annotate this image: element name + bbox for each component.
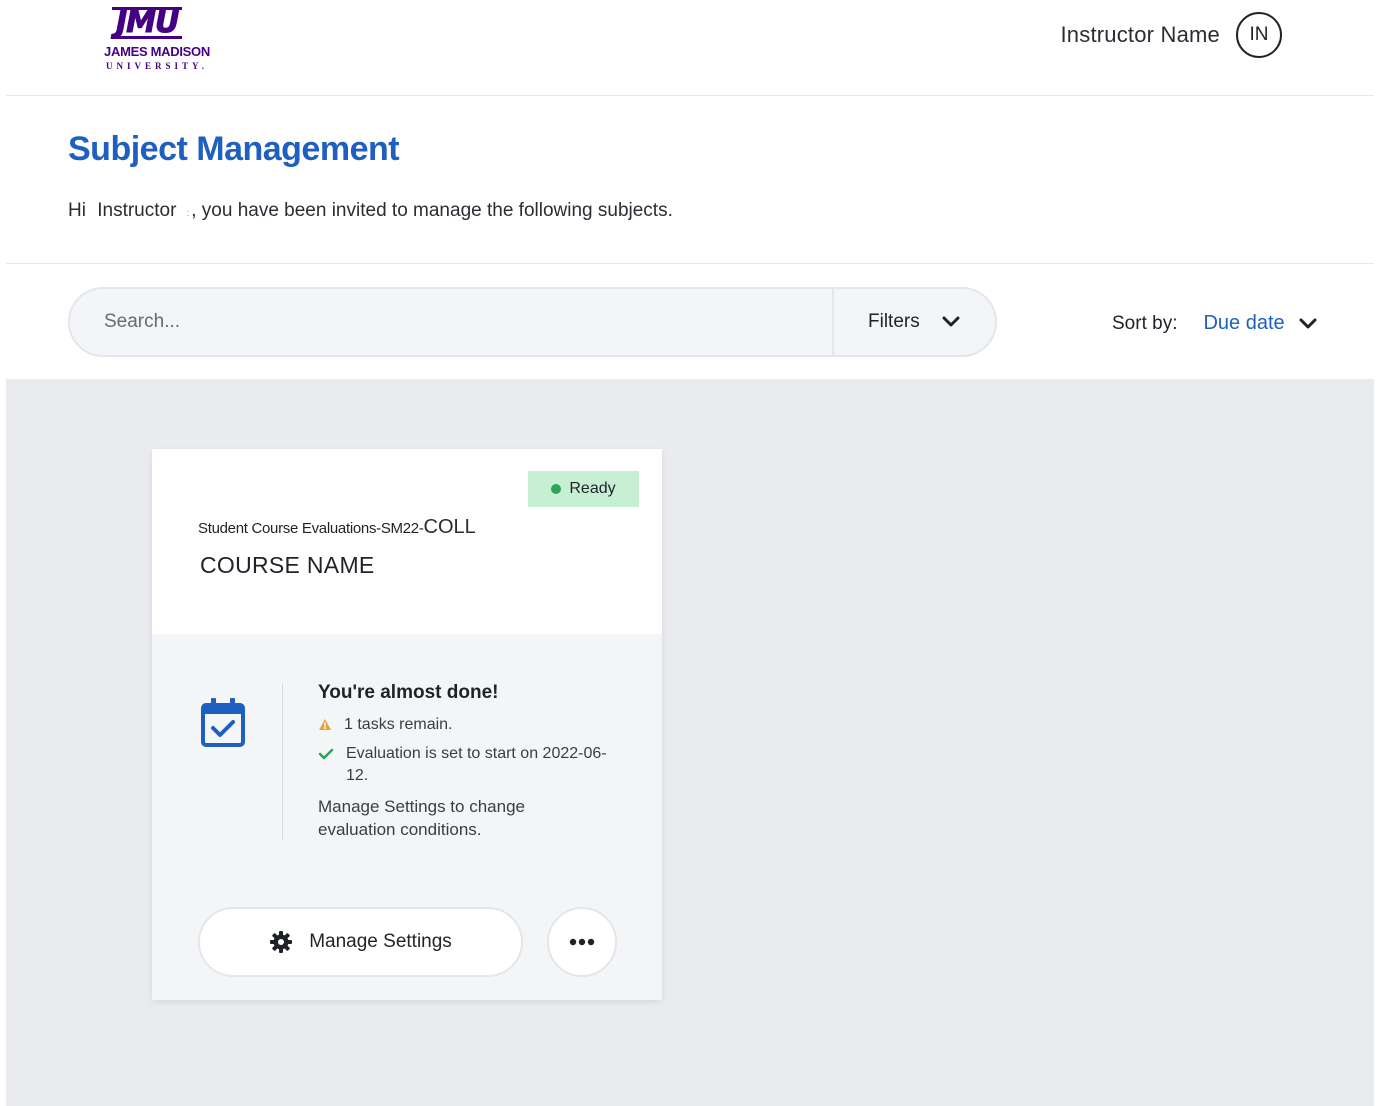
logo-line2: UNIVERSITY.	[106, 61, 208, 71]
card-subtitle-prefix: Student Course Evaluations-SM22-	[198, 520, 424, 537]
warning-text: 1 tasks remain.	[344, 716, 453, 733]
greeting-suffix: , you have been invited to manage the fo…	[191, 200, 673, 221]
greeting: Hi Instructor:, you have been invited to…	[68, 200, 673, 222]
top-header: JMU JAMES MADISON UNIVERSITY. Instructor…	[6, 0, 1374, 96]
check-row: Evaluation is set to start on 2022-06-12…	[318, 743, 618, 787]
card-header: Ready Student Course Evaluations-SM22-CO…	[152, 449, 662, 634]
check-text: Evaluation is set to start on 2022-06-12…	[346, 745, 607, 784]
user-menu[interactable]: Instructor Name IN	[1060, 12, 1282, 58]
more-options-button[interactable]	[547, 907, 617, 977]
gear-icon	[270, 931, 293, 953]
manage-settings-label: Manage Settings	[309, 931, 452, 952]
subject-card: Ready Student Course Evaluations-SM22-CO…	[152, 449, 662, 1000]
logo-line1: JAMES MADISON	[104, 44, 210, 59]
card-divider	[282, 683, 283, 841]
settings-note: Manage Settings to change evaluation con…	[318, 797, 525, 839]
sort-label: Sort by:	[1112, 312, 1178, 334]
chevron-down-icon	[942, 316, 960, 327]
more-icon	[569, 938, 595, 946]
filters-button[interactable]: Filters	[832, 289, 995, 355]
manage-settings-button[interactable]: Manage Settings	[198, 907, 523, 977]
course-name: COURSE NAME	[200, 552, 375, 578]
chevron-down-icon[interactable]	[1299, 318, 1317, 330]
status-dot	[551, 484, 562, 494]
calendar-check-icon	[201, 698, 245, 747]
greeting-name: Instructor	[97, 200, 177, 221]
check-icon	[318, 748, 334, 760]
greeting-sep: :	[186, 208, 190, 219]
warning-icon	[319, 719, 331, 730]
progress-title: You're almost done!	[318, 682, 499, 703]
filters-label: Filters	[868, 311, 920, 332]
avatar[interactable]: IN	[1236, 12, 1282, 58]
jmu-logo[interactable]: JMU JAMES MADISON UNIVERSITY.	[94, 6, 220, 72]
sort-control: Sort by: Due date	[1112, 312, 1317, 335]
page-title: Subject Management	[68, 130, 400, 168]
search-bar: Filters	[68, 287, 997, 357]
search-input[interactable]	[70, 289, 832, 355]
status-badge: Ready	[528, 471, 639, 507]
warning-row: 1 tasks remain.	[318, 714, 452, 736]
status-badge-label: Ready	[569, 480, 616, 497]
page: JMU JAMES MADISON UNIVERSITY. Instructor…	[6, 0, 1374, 1106]
sort-dropdown[interactable]: Due date	[1203, 312, 1284, 335]
logo-mark: JMU	[112, 6, 183, 40]
divider	[6, 263, 1374, 264]
card-subtitle-code: COLL	[423, 516, 476, 538]
card-subtitle: Student Course Evaluations-SM22-COLL	[198, 516, 476, 539]
user-name: Instructor Name	[1060, 22, 1220, 47]
subjects-area: Ready Student Course Evaluations-SM22-CO…	[6, 379, 1374, 1106]
greeting-prefix: Hi	[68, 200, 86, 221]
